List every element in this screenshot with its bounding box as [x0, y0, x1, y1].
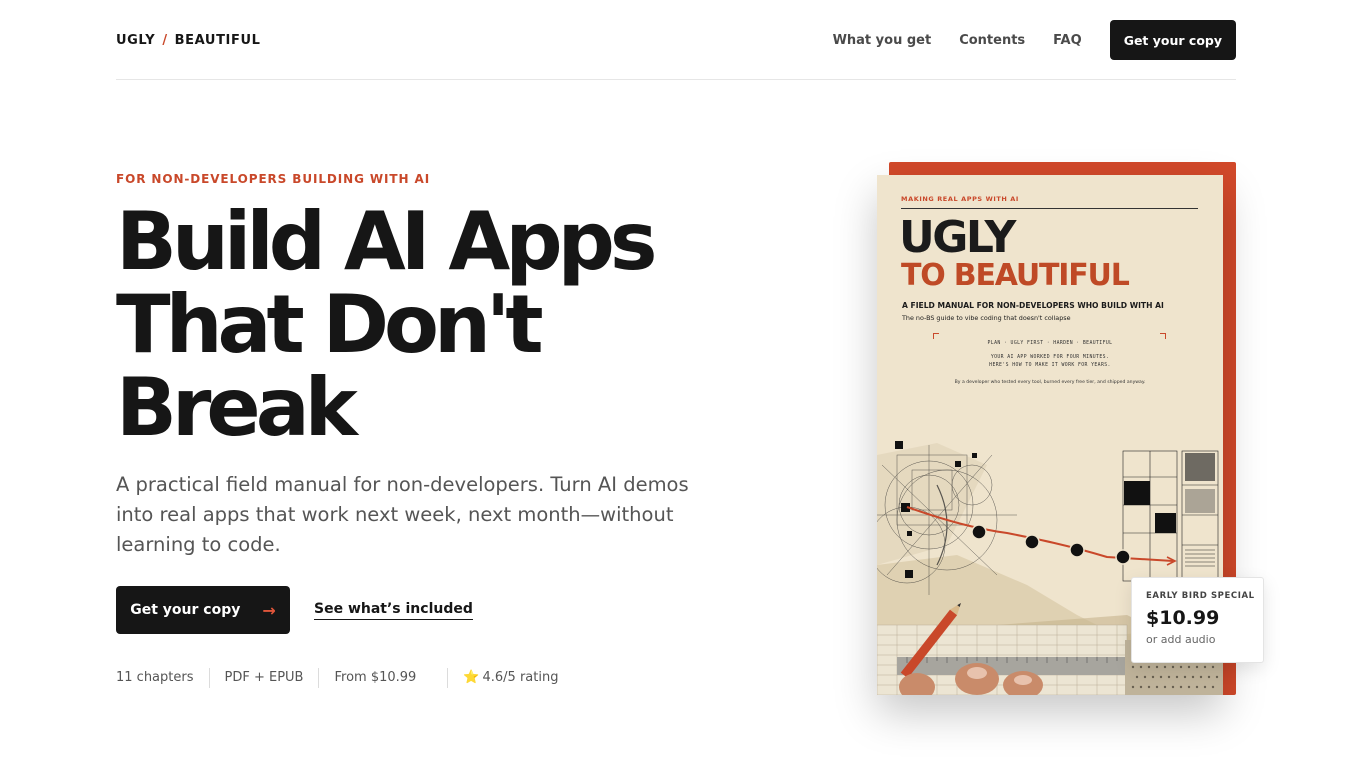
book-title-line-1: UGLY — [899, 212, 1016, 263]
meta-formats: PDF + EPUB — [208, 668, 319, 688]
top-nav: UGLY / BEAUTIFUL What you get Contents FAQ… — [116, 0, 1236, 80]
logo-text-right: BEAUTIFUL — [174, 33, 261, 48]
book-subtitle: A FIELD MANUAL FOR NON-DEVELOPERS WHO BU… — [902, 301, 1164, 310]
nav-link-faq[interactable]: FAQ — [1053, 33, 1082, 48]
price-card: EARLY BIRD SPECIAL $10.99 or add audio — [1131, 577, 1264, 663]
nav-link-contents[interactable]: Contents — [959, 33, 1025, 48]
headline-line-1: Build AI Apps — [116, 195, 657, 288]
logo-slash: / — [162, 33, 168, 48]
rating-text: 4.6/5 rating — [482, 670, 559, 685]
book-tagline: The no-BS guide to vibe coding that does… — [902, 314, 1071, 322]
hero-eyebrow: FOR NON-DEVELOPERS BUILDING WITH AI — [116, 172, 431, 186]
hero-cta-row: Get your copy → See what’s included — [116, 586, 473, 634]
meta-price: From $10.99 — [318, 668, 431, 688]
hero-headline: Build AI Apps That Don't Break — [116, 200, 756, 449]
book-kicker: MAKING REAL APPS WITH AI — [901, 195, 1019, 203]
arrow-right-icon: → — [262, 600, 276, 620]
nav-links: What you get Contents FAQ Get your copy — [833, 20, 1236, 60]
headline-line-2: That Don't — [116, 278, 544, 371]
meta-chapters: 11 chapters — [116, 670, 194, 685]
bracket-tr-icon — [1160, 333, 1166, 339]
nav-get-copy-button[interactable]: Get your copy — [1109, 20, 1236, 60]
hero-meta-row: 11 chapters PDF + EPUB From $10.99 ⭐ 4.6/… — [116, 668, 573, 688]
site-logo[interactable]: UGLY / BEAUTIFUL — [116, 33, 261, 48]
book-hook-2: HERE'S HOW TO MAKE IT WORK FOR YEARS. — [989, 363, 1111, 368]
star-icon: ⭐ — [463, 670, 480, 685]
see-whats-included-link[interactable]: See what’s included — [314, 601, 473, 620]
logo-text-left: UGLY — [116, 33, 156, 48]
book-hook-1: YOUR AI APP WORKED FOR FOUR MINUTES. — [990, 355, 1110, 360]
headline-line-3: Break — [116, 361, 358, 454]
hero-subtitle: A practical field manual for non-develop… — [116, 473, 689, 556]
nav-link-what-you-get[interactable]: What you get — [833, 33, 932, 48]
get-copy-label: Get your copy — [130, 602, 241, 618]
bracket-tl-icon — [933, 333, 939, 339]
meta-rating: ⭐ 4.6/5 rating — [447, 668, 573, 688]
book-author-line: By a developer who tested every tool, bu… — [954, 380, 1146, 385]
price-card-label: EARLY BIRD SPECIAL — [1146, 591, 1255, 601]
book-steps: PLAN · UGLY FIRST · HARDEN · BEAUTIFUL — [987, 341, 1113, 346]
book-title-line-2: TO BEAUTIFUL — [901, 258, 1130, 293]
get-copy-button[interactable]: Get your copy → — [116, 586, 290, 634]
book-rule — [901, 208, 1198, 209]
price-card-price: $10.99 — [1146, 607, 1220, 629]
price-card-note: or add audio — [1146, 633, 1216, 646]
